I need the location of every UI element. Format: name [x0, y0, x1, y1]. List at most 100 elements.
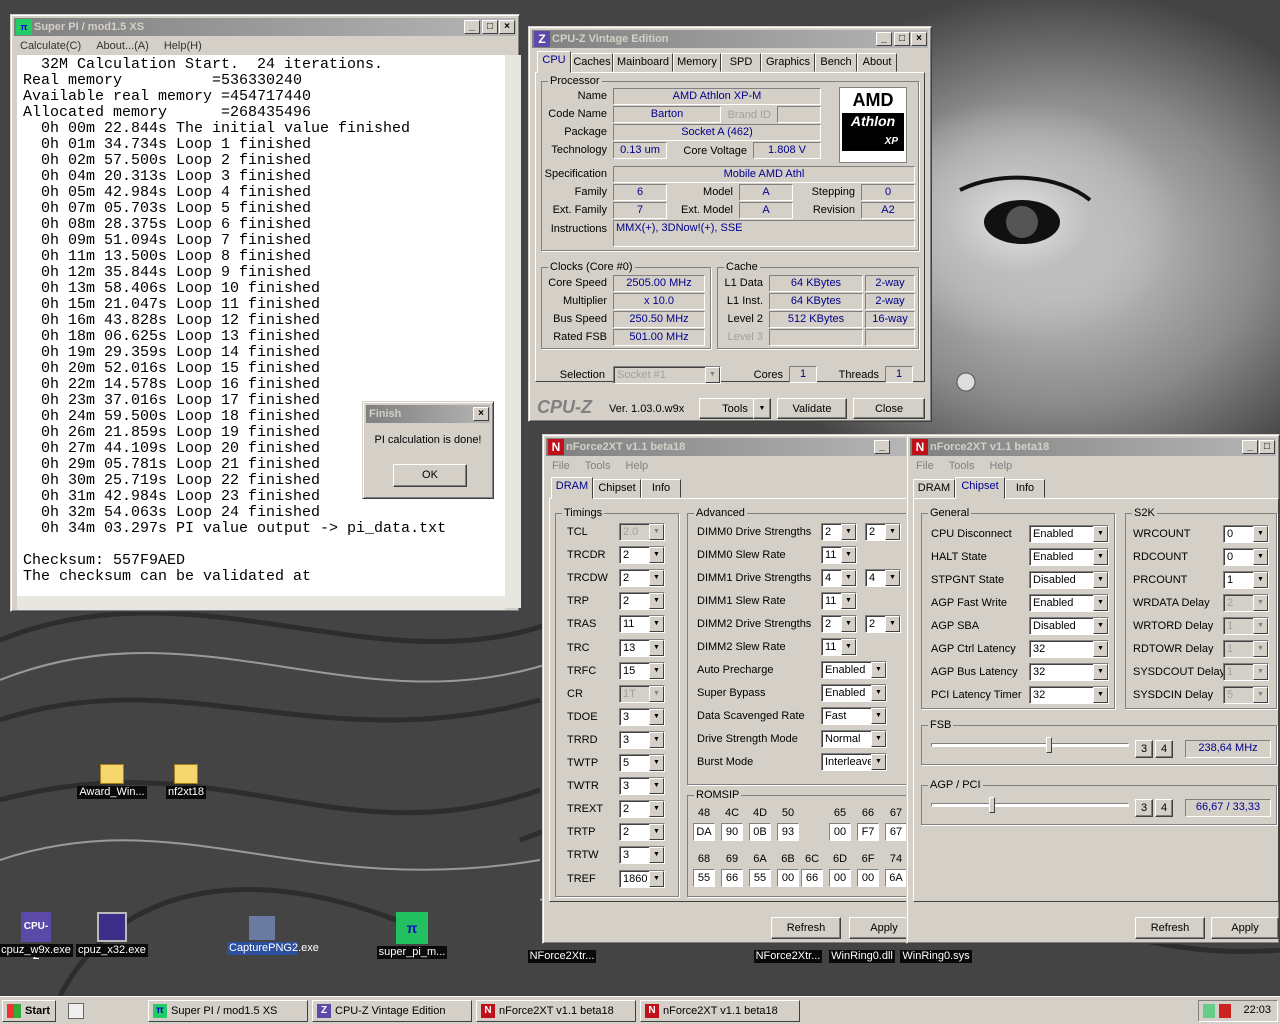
- timing-select-twtp[interactable]: 5 ▼: [619, 754, 665, 772]
- advanced-select-dimm1-slew-rate-a[interactable]: 11 ▼: [821, 592, 857, 610]
- quick-launch-icon[interactable]: [68, 1003, 84, 1019]
- ok-button[interactable]: OK: [393, 464, 467, 487]
- general-select-agp-bus-latency[interactable]: 32 ▼: [1029, 663, 1109, 681]
- desktop-icon-nforce2xtr-2[interactable]: NForce2Xtr...: [748, 950, 828, 963]
- menu-tools[interactable]: Tools: [949, 460, 975, 472]
- menu-tools[interactable]: Tools: [585, 460, 611, 472]
- agp-slider-thumb[interactable]: [988, 797, 995, 813]
- nforce-chipset-titlebar[interactable]: N nForce2XT v1.1 beta18 _ □: [910, 438, 1276, 456]
- desktop-icon-cpuz-x32[interactable]: cpuz_x32.exe: [72, 912, 152, 957]
- desktop-icon-winring0-dll[interactable]: WinRing0.dll: [822, 950, 902, 963]
- menu-help[interactable]: Help: [626, 460, 649, 472]
- menu-help[interactable]: Help(H): [164, 40, 202, 52]
- advanced-select-dimm0-slew-rate-a[interactable]: 11 ▼: [821, 546, 857, 564]
- timing-select-trcdw[interactable]: 2 ▼: [619, 569, 665, 588]
- s2k-select-wrtord-delay[interactable]: 1 ▼: [1223, 617, 1269, 635]
- romsip-value-6a[interactable]: 55: [749, 869, 771, 887]
- nforce-chipset-minimize-button[interactable]: _: [1242, 440, 1258, 454]
- desktop-icon-cpuz-w9x[interactable]: CPU-Z cpuz_w9x.exe: [0, 912, 76, 962]
- tray-acrobat-icon[interactable]: [1219, 1004, 1231, 1018]
- tab-caches[interactable]: Caches: [571, 53, 613, 72]
- timing-select-twtr[interactable]: 3 ▼: [619, 777, 665, 796]
- advanced-select-burst-mode[interactable]: Interleave ▼: [821, 753, 887, 771]
- timing-select-tcl[interactable]: 2.0 ▼: [619, 523, 665, 541]
- chipset-refresh-button[interactable]: Refresh: [1135, 917, 1205, 939]
- desktop-icon-award-win[interactable]: Award_Win...: [72, 764, 152, 799]
- fsb-button-3[interactable]: 3: [1135, 740, 1153, 758]
- taskbar-item-cpuz[interactable]: Z CPU-Z Vintage Edition: [312, 1000, 472, 1022]
- close-button[interactable]: ×: [499, 20, 515, 34]
- romsip-value-50[interactable]: 93: [777, 823, 799, 841]
- desktop-icon-winring0-sys[interactable]: WinRing0.sys: [896, 950, 976, 963]
- romsip-value-6d[interactable]: 00: [829, 869, 851, 887]
- general-select-agp-ctrl-latency[interactable]: 32 ▼: [1029, 640, 1109, 658]
- tab-info[interactable]: Info: [641, 479, 681, 498]
- minimize-button[interactable]: _: [464, 20, 480, 34]
- nforce-dram-titlebar[interactable]: N nForce2XT v1.1 beta18 _: [546, 438, 908, 456]
- tab-chipset[interactable]: Chipset: [955, 477, 1005, 499]
- timing-select-tdoe[interactable]: 3 ▼: [619, 707, 665, 726]
- s2k-select-rdcount[interactable]: 0 ▼: [1223, 548, 1269, 566]
- dram-refresh-button[interactable]: Refresh: [771, 917, 841, 939]
- timing-select-trc[interactable]: 13 ▼: [619, 638, 665, 657]
- tab-graphics[interactable]: Graphics: [761, 53, 815, 72]
- cpuz-maximize-button[interactable]: □: [894, 32, 910, 46]
- maximize-button[interactable]: □: [482, 20, 498, 34]
- s2k-select-prcount[interactable]: 1 ▼: [1223, 571, 1269, 589]
- nforce-chipset-maximize-button[interactable]: □: [1259, 440, 1275, 454]
- s2k-select-wrcount[interactable]: 0 ▼: [1223, 525, 1269, 543]
- romsip-value-4c[interactable]: 90: [721, 823, 743, 841]
- advanced-select-dimm1-drive-strengths-a[interactable]: 4 ▼: [821, 569, 857, 587]
- romsip-value-6f[interactable]: 00: [857, 869, 879, 887]
- fsb-button-4[interactable]: 4: [1155, 740, 1173, 758]
- advanced-select-data-scavenged-rate[interactable]: Fast ▼: [821, 707, 887, 725]
- advanced-select-drive-strength-mode[interactable]: Normal ▼: [821, 730, 887, 748]
- timing-select-trfc[interactable]: 15 ▼: [619, 661, 665, 680]
- desktop-icon-capturepng2[interactable]: CapturePNG2.exe: [222, 916, 319, 955]
- advanced-select-auto-precharge[interactable]: Enabled ▼: [821, 661, 887, 679]
- advanced-select-dimm0-drive-strengths-b[interactable]: 2 ▼: [865, 523, 901, 541]
- taskbar-item-superpi[interactable]: π Super PI / mod1.5 XS: [148, 1000, 308, 1022]
- romsip-value-66[interactable]: F7: [857, 823, 879, 841]
- desktop-icon-nforce2xtr-1[interactable]: NForce2Xtr...: [522, 950, 602, 963]
- timing-select-trext[interactable]: 2 ▼: [619, 800, 665, 819]
- menu-help[interactable]: Help: [990, 460, 1013, 472]
- timing-select-trrd[interactable]: 3 ▼: [619, 730, 665, 749]
- menu-calculate[interactable]: Calculate(C): [20, 40, 81, 52]
- romsip-value-6c[interactable]: 66: [801, 869, 823, 887]
- tab-dram[interactable]: DRAM: [551, 477, 593, 499]
- timing-select-tref[interactable]: 1860 ▼: [619, 869, 665, 888]
- advanced-select-dimm2-drive-strengths-b[interactable]: 2 ▼: [865, 615, 901, 633]
- romsip-value-6b[interactable]: 00: [777, 869, 799, 887]
- vertical-scrollbar[interactable]: [505, 55, 521, 608]
- cpuz-titlebar[interactable]: Z CPU-Z Vintage Edition _ □ ×: [532, 30, 928, 48]
- fsb-slider-thumb[interactable]: [1046, 737, 1053, 753]
- tab-dram[interactable]: DRAM: [913, 479, 955, 498]
- menu-about[interactable]: About...(A): [96, 40, 149, 52]
- romsip-value-4d[interactable]: 0B: [749, 823, 771, 841]
- tab-memory[interactable]: Memory: [673, 53, 721, 72]
- cpuz-close-button[interactable]: ×: [911, 32, 927, 46]
- general-select-pci-latency-timer[interactable]: 32 ▼: [1029, 686, 1109, 704]
- romsip-value-74[interactable]: 6A: [885, 869, 907, 887]
- advanced-select-super-bypass[interactable]: Enabled ▼: [821, 684, 887, 702]
- romsip-value-65[interactable]: 00: [829, 823, 851, 841]
- selection-dropdown[interactable]: Socket #1 ▼: [613, 366, 721, 384]
- timing-select-trp[interactable]: 2 ▼: [619, 592, 665, 611]
- horizontal-scrollbar[interactable]: [17, 596, 505, 610]
- general-select-cpu-disconnect[interactable]: Enabled ▼: [1029, 525, 1109, 543]
- s2k-select-sysdcout-delay[interactable]: 1 ▼: [1223, 663, 1269, 681]
- start-button[interactable]: Start: [2, 1000, 56, 1022]
- romsip-value-48[interactable]: DA: [693, 823, 715, 841]
- romsip-value-69[interactable]: 66: [721, 869, 743, 887]
- chipset-apply-button[interactable]: Apply: [1211, 917, 1279, 939]
- general-select-agp-sba[interactable]: Disabled ▼: [1029, 617, 1109, 635]
- general-select-agp-fast-write[interactable]: Enabled ▼: [1029, 594, 1109, 612]
- advanced-select-dimm1-drive-strengths-b[interactable]: 4 ▼: [865, 569, 901, 587]
- clock[interactable]: 22:03: [1243, 1004, 1271, 1016]
- agp-button-4[interactable]: 4: [1155, 799, 1173, 817]
- s2k-select-rdtowr-delay[interactable]: 1 ▼: [1223, 640, 1269, 658]
- agp-button-3[interactable]: 3: [1135, 799, 1153, 817]
- s2k-select-wrdata-delay[interactable]: 2 ▼: [1223, 594, 1269, 612]
- cpuz-close-action-button[interactable]: Close: [853, 398, 925, 419]
